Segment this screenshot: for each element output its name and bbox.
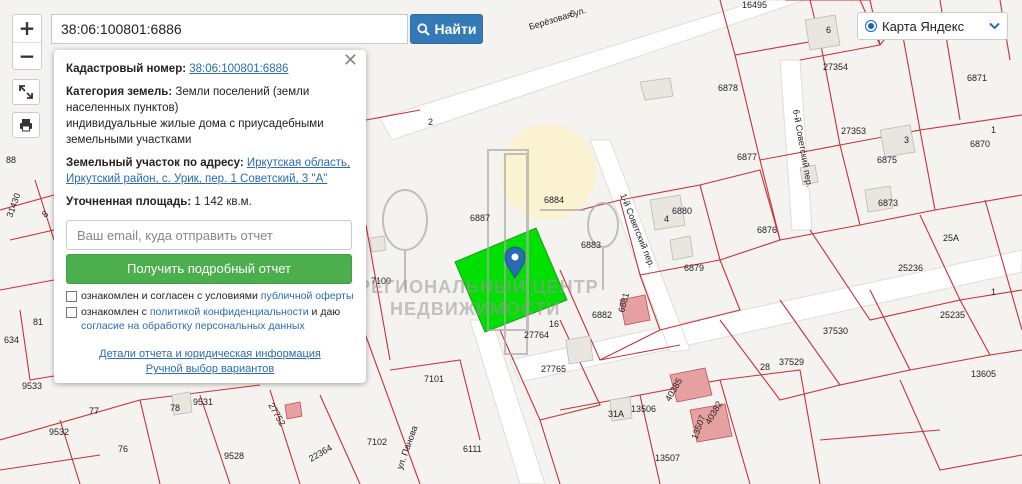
parcel-number-label: 88 — [6, 155, 16, 165]
parcel-number-label: 6871 — [967, 73, 987, 83]
public-offer-link[interactable]: публичной оферты — [261, 290, 354, 302]
parcel-number-label: 6880 — [672, 206, 692, 216]
parcel-number-label: 6877 — [737, 152, 757, 162]
get-report-button[interactable]: Получить подробный отчет — [66, 254, 352, 284]
offer-consent-checkbox-row: ознакомлен и согласен с условиями публич… — [66, 289, 354, 303]
parcel-number-label: 6875 — [877, 155, 897, 165]
radio-selected-icon[interactable] — [865, 20, 877, 32]
watermark-line1: РЕГИОНАЛЬНЫЙ ЦЕНТР — [358, 277, 599, 297]
parcel-number-label: 9528 — [224, 451, 244, 461]
land-category-label: Категория земель: — [66, 86, 173, 98]
parcel-number-label: 2 — [428, 117, 433, 127]
parcel-number-label: 37530 — [823, 326, 848, 336]
print-button[interactable] — [12, 112, 40, 138]
map-layer-label: Карта Яндекс — [882, 18, 965, 34]
parcel-info-popup: ✕ Кадастровый номер: 38:06:100801:6886 К… — [54, 50, 366, 383]
parcel-number-label: 37529 — [779, 357, 804, 367]
offer-consent-text: ознакомлен и согласен с условиями — [81, 290, 258, 302]
watermark-line2: НЕДВИЖИМОСТИ — [390, 299, 561, 319]
parcel-number-label: 9532 — [49, 427, 69, 437]
parcel-number-label: 78 — [170, 403, 180, 413]
map-layer-selector[interactable]: Карта Яндекс — [857, 12, 1008, 40]
search-input[interactable] — [51, 14, 408, 44]
parcel-number-label: 13506 — [631, 404, 656, 414]
privacy-consent-checkbox-row: ознакомлен с политикой конфиденциальност… — [66, 305, 354, 333]
parcel-number-label: 9533 — [22, 381, 42, 391]
parcel-number-label: 25236 — [898, 263, 923, 273]
address-row: Земельный участок по адресу: Иркутская о… — [66, 155, 354, 187]
privacy-consent-mid: и даю — [311, 306, 341, 318]
parcel-number-label: 4 — [664, 214, 669, 224]
parcel-number-label: 13605 — [971, 369, 996, 379]
parcel-number-label: 9531 — [193, 397, 213, 407]
parcel-number-label: 27353 — [841, 126, 866, 136]
search-button-label: Найти — [434, 21, 477, 37]
parcel-number-label: 634 — [4, 335, 19, 345]
area-row: Уточненная площадь: 1 142 кв.м. — [66, 194, 354, 210]
cadastral-number-row: Кадастровый номер: 38:06:100801:6886 — [66, 61, 354, 77]
search-icon — [416, 22, 430, 36]
parcel-number-label: 6879 — [684, 263, 704, 273]
parcel-number-label: 3 — [904, 135, 909, 145]
chevron-down-icon[interactable] — [989, 22, 1000, 30]
parcel-number-label: 6887 — [470, 213, 490, 223]
privacy-policy-link[interactable]: политикой конфиденциальности — [150, 306, 309, 318]
fullscreen-icon — [19, 85, 33, 99]
parcel-number-label: 1 — [991, 287, 996, 297]
parcel-number-label: 6882 — [592, 310, 612, 320]
parcel-number-label: 81 — [33, 317, 43, 327]
parcel-number-label: 1 — [991, 125, 996, 135]
parcel-number-label: 6873 — [878, 198, 898, 208]
parcel-number-label: 76 — [118, 444, 128, 454]
parcel-number-label: 6 — [826, 25, 831, 35]
parcel-number-label: 7102 — [367, 437, 387, 447]
parcel-number-label: 7101 — [424, 374, 444, 384]
parcel-number-label: 6878 — [718, 83, 738, 93]
area-value: 1 142 кв.м. — [194, 196, 252, 208]
email-field[interactable] — [66, 220, 352, 250]
parcel-number-label: 28 — [760, 362, 770, 372]
parcel-number-label: 6883 — [581, 240, 601, 250]
manual-selection-link[interactable]: Ручной выбор вариантов — [146, 363, 274, 375]
parcel-number-label: 6884 — [544, 195, 564, 205]
close-icon[interactable]: ✕ — [343, 52, 358, 70]
land-usage-value: индивидуальные жилые дома с приусадебным… — [66, 118, 324, 146]
parcel-number-label: 25235 — [940, 310, 965, 320]
search-button[interactable]: Найти — [410, 14, 483, 44]
parcel-number-label: 6876 — [757, 225, 777, 235]
area-label: Уточненная площадь: — [66, 196, 192, 208]
print-icon — [20, 119, 32, 132]
personal-data-consent-link[interactable]: согласие на обработку персональных данны… — [81, 320, 305, 332]
fullscreen-button[interactable] — [12, 79, 40, 105]
parcel-number-label: 25A — [943, 233, 959, 243]
cadastral-number-label: Кадастровый номер: — [66, 63, 187, 75]
parcel-number-label: 27764 — [524, 330, 549, 340]
address-label: Земельный участок по адресу: — [66, 157, 244, 169]
parcel-number-label: 6870 — [970, 139, 990, 149]
land-category-row: Категория земель: Земли поселений (земли… — [66, 84, 354, 148]
parcel-number-label: 16 — [549, 319, 559, 329]
parcel-number-label: 77 — [89, 406, 99, 416]
parcel-number-label: 27354 — [823, 62, 848, 72]
report-details-link[interactable]: Детали отчета и юридическая информация — [99, 348, 321, 360]
zoom-out-icon[interactable]: − — [13, 41, 41, 70]
offer-consent-checkbox[interactable] — [66, 291, 77, 302]
zoom-in-icon[interactable]: + — [13, 15, 41, 42]
parcel-number-label: 13507 — [655, 453, 680, 463]
privacy-consent-text: ознакомлен с — [81, 306, 147, 318]
privacy-consent-checkbox[interactable] — [66, 307, 77, 318]
popup-footer-links: Детали отчета и юридическая информация Р… — [54, 347, 366, 377]
zoom-control: + − — [12, 14, 42, 70]
parcel-number-label: 27765 — [541, 364, 566, 374]
parcel-number-label: 6111 — [463, 444, 482, 454]
parcel-number-label: 16495 — [742, 0, 767, 10]
cadastral-number-link[interactable]: 38:06:100801:6886 — [189, 63, 288, 75]
parcel-number-label: 31A — [608, 409, 624, 419]
